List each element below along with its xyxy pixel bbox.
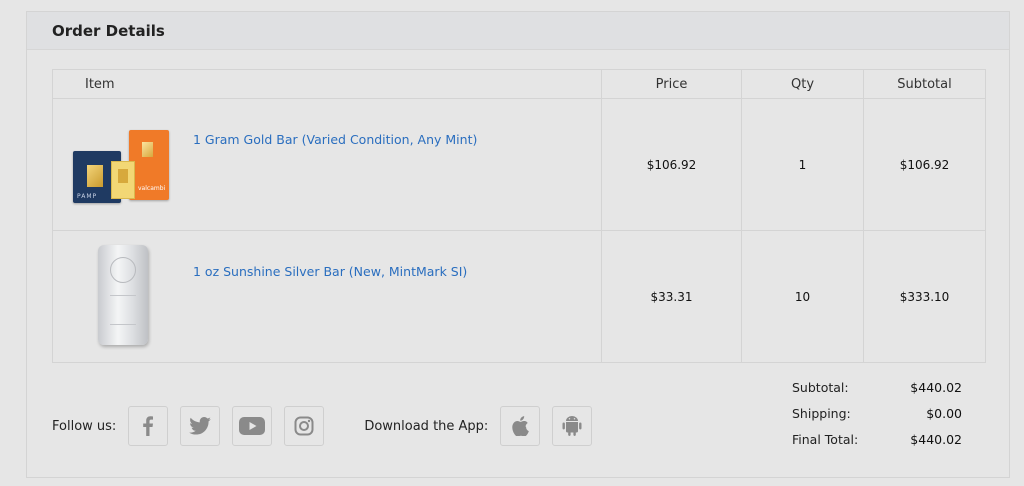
apple-icon bbox=[512, 416, 530, 436]
youtube-button[interactable] bbox=[232, 406, 273, 446]
youtube-icon bbox=[239, 417, 266, 435]
facebook-button[interactable] bbox=[128, 406, 169, 446]
instagram-icon bbox=[294, 416, 314, 436]
final-total-value: $440.02 bbox=[910, 431, 962, 447]
subtotal-value: $440.02 bbox=[910, 379, 962, 395]
subtotal-cell: $333.10 bbox=[863, 230, 986, 363]
product-link[interactable]: 1 oz Sunshine Silver Bar (New, MintMark … bbox=[193, 264, 467, 279]
shipping-row: Shipping: $0.00 bbox=[792, 400, 962, 426]
table-row: PAMP valcambi 1 Gram Gold Bar (Varied Co… bbox=[52, 98, 986, 231]
final-total-label: Final Total: bbox=[792, 431, 859, 447]
price-cell: $33.31 bbox=[601, 230, 742, 363]
table-row: 1 oz Sunshine Silver Bar (New, MintMark … bbox=[52, 230, 986, 363]
final-total-row: Final Total: $440.02 bbox=[792, 426, 962, 452]
order-totals: Subtotal: $440.02 Shipping: $0.00 Final … bbox=[792, 374, 962, 452]
product-link[interactable]: 1 Gram Gold Bar (Varied Condition, Any M… bbox=[193, 132, 477, 147]
subtotal-row: Subtotal: $440.02 bbox=[792, 374, 962, 400]
column-header-subtotal: Subtotal bbox=[863, 69, 986, 99]
shipping-label: Shipping: bbox=[792, 405, 851, 421]
twitter-button[interactable] bbox=[180, 406, 221, 446]
subtotal-label: Subtotal: bbox=[792, 379, 849, 395]
item-cell: 1 oz Sunshine Silver Bar (New, MintMark … bbox=[52, 230, 602, 363]
follow-us-label: Follow us: bbox=[52, 418, 117, 434]
qty-cell: 1 bbox=[741, 98, 864, 231]
column-header-qty: Qty bbox=[741, 69, 864, 99]
column-header-item: Item bbox=[52, 69, 602, 99]
subtotal-cell: $106.92 bbox=[863, 98, 986, 231]
android-icon bbox=[562, 416, 582, 436]
instagram-button[interactable] bbox=[284, 406, 325, 446]
qty-cell: 10 bbox=[741, 230, 864, 363]
silver-bar-product-image[interactable] bbox=[53, 231, 193, 362]
gold-bar-product-image[interactable]: PAMP valcambi bbox=[53, 99, 193, 230]
download-app-label: Download the App: bbox=[364, 418, 489, 434]
price-cell: $106.92 bbox=[601, 98, 742, 231]
twitter-icon bbox=[189, 417, 212, 435]
apple-app-button[interactable] bbox=[500, 406, 541, 446]
table-header-row: Item Price Qty Subtotal bbox=[52, 69, 986, 99]
item-cell: PAMP valcambi 1 Gram Gold Bar (Varied Co… bbox=[52, 98, 602, 231]
facebook-icon bbox=[143, 416, 154, 436]
order-table: Item Price Qty Subtotal PAMP valcambi 1 … bbox=[52, 69, 986, 363]
footer-links: Follow us: Download the App: bbox=[52, 406, 604, 446]
column-header-price: Price bbox=[601, 69, 742, 99]
page-title: Order Details bbox=[52, 21, 165, 40]
android-app-button[interactable] bbox=[552, 406, 593, 446]
panel-header: Order Details bbox=[27, 12, 1009, 50]
order-details-panel: Order Details Item Price Qty Subtotal PA bbox=[26, 11, 1010, 478]
shipping-value: $0.00 bbox=[926, 405, 962, 421]
